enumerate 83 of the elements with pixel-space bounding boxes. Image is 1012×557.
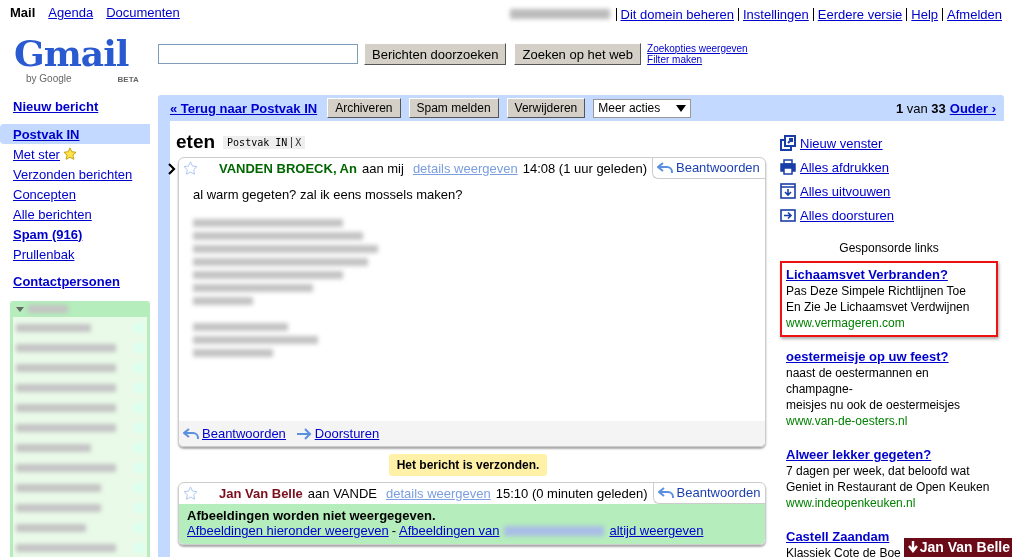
reply-arrow-icon xyxy=(657,486,674,499)
account-link[interactable]: Dit domein beheren xyxy=(615,7,738,21)
message-time: 15:10 (0 minuten geleden) xyxy=(495,486,648,501)
separator-text: - xyxy=(391,523,396,538)
ad-text: Pas Deze Simpele Richtlijnen Toe xyxy=(786,283,966,299)
ad-title-link[interactable]: Castell Zaandam xyxy=(786,529,890,544)
printer-icon xyxy=(780,159,796,175)
subject-title: eten xyxy=(176,131,216,153)
show-images-link[interactable]: Afbeeldingen hieronder weergeven xyxy=(187,523,389,538)
search-option-link[interactable]: Zoekopties weergeven xyxy=(647,43,748,54)
account-link[interactable]: Instellingen xyxy=(738,7,813,21)
right-arrow-icon xyxy=(295,427,312,440)
reply-arrow-icon xyxy=(183,427,199,440)
ad-title-link[interactable]: Lichaamsvet Verbranden? xyxy=(786,267,948,282)
more-actions-dropdown[interactable]: Meer acties xyxy=(593,98,692,118)
folder-item[interactable]: Alle berichten xyxy=(0,204,150,224)
folder-item[interactable]: Verzonden berichten xyxy=(0,164,150,184)
account-link[interactable]: Help xyxy=(906,7,943,21)
star-icon[interactable] xyxy=(183,161,198,176)
account-link[interactable]: Afmelden xyxy=(942,7,1006,21)
message-time: 14:08 (1 uur geleden) xyxy=(522,161,647,176)
app-link[interactable]: Mail xyxy=(10,5,36,23)
folder-item[interactable]: Prullenbak xyxy=(0,244,150,264)
always-show-link[interactable]: altijd weergeven xyxy=(609,523,704,538)
conversation-action-link[interactable]: Alles doorsturen xyxy=(780,203,998,227)
older-link[interactable]: Ouder › xyxy=(949,100,996,116)
ad-text: En Zie Je Lichaamsvet Verdwijnen xyxy=(786,299,970,315)
label-name: Postvak IN xyxy=(227,136,288,148)
remove-label-button[interactable]: X xyxy=(291,136,302,148)
sender-name: Jan Van Belle xyxy=(219,486,303,501)
folder-item[interactable]: Spam (916) xyxy=(0,224,150,244)
sponsored-title: Gesponsorde links xyxy=(838,241,940,255)
folder-item[interactable]: Postvak IN xyxy=(0,124,150,144)
ad-url: www.indeopenkeuken.nl xyxy=(786,495,917,511)
notice-title: Afbeeldingen worden niet weergegeven. xyxy=(187,508,437,523)
conversation-action-link[interactable]: Alles afdrukken xyxy=(780,155,998,179)
chat-tab[interactable]: Jan Van Belle xyxy=(903,538,1012,557)
forward-box-icon xyxy=(780,207,796,223)
star-icon[interactable] xyxy=(183,486,198,501)
account-link[interactable]: Eerdere versie xyxy=(812,7,907,21)
ad-text: 7 dagen per week, dat beloofd wat xyxy=(786,463,970,479)
conversation-action-link[interactable]: Nieuw venster xyxy=(780,131,998,155)
folder-item[interactable]: Concepten xyxy=(0,184,150,204)
search-option-link[interactable]: Filter maken xyxy=(647,54,748,65)
ad-text: meisjes nu ook de oestermeisjes xyxy=(786,397,961,413)
ad-text: Geniet in Restaurant de Open Keuken xyxy=(786,479,990,495)
down-arrow-icon xyxy=(907,541,918,553)
toolbar-button[interactable]: Archiveren xyxy=(327,98,401,118)
always-show-link[interactable]: Afbeeldingen van xyxy=(399,523,500,538)
gmail-logo[interactable]: Gmail xyxy=(14,33,129,73)
app-link[interactable]: Documenten xyxy=(106,5,180,23)
star-icon xyxy=(62,147,77,161)
search-field[interactable] xyxy=(158,44,358,64)
recipient-text: aan mij xyxy=(361,161,404,176)
ad-text: Klassiek Cote de Boe xyxy=(786,545,901,557)
sender-name: VANDEN BROECK, An xyxy=(219,161,357,176)
ad-title-link[interactable]: oestermeisje op uw feest? xyxy=(786,349,949,364)
ad-url: www.van-de-oesters.nl xyxy=(786,413,909,429)
expand-box-icon xyxy=(780,183,796,199)
app-link[interactable]: Agenda xyxy=(48,5,94,23)
folder-item[interactable]: Met ster xyxy=(0,144,150,164)
windows-icon xyxy=(780,135,796,151)
toolbar-button[interactable]: Spam melden xyxy=(408,98,499,118)
ad-text: champagne- xyxy=(786,381,853,397)
ad-text: naast de oestermannen en xyxy=(786,365,929,381)
ad-url: www.vermageren.com xyxy=(786,315,906,331)
conversation-action-link[interactable]: Alles uitvouwen xyxy=(780,179,998,203)
beta-label: BETA xyxy=(117,75,139,85)
recipient-text: aan VANDE xyxy=(307,486,377,501)
reply-arrow-icon xyxy=(657,161,673,174)
ad-title-link[interactable]: Alweer lekker gegeten? xyxy=(786,447,932,462)
compose-link[interactable]: Nieuw bericht xyxy=(13,99,150,114)
search-button[interactable]: Berichten doorzoeken xyxy=(364,43,507,65)
search-button[interactable]: Zoeken op het web xyxy=(514,43,642,65)
logo-tagline: by Google xyxy=(26,73,72,85)
message-action-link[interactable]: Doorsturen xyxy=(295,426,380,441)
message-action-link[interactable]: Beantwoorden xyxy=(183,426,286,441)
toolbar-button[interactable]: Verwijderen xyxy=(506,98,586,118)
contacts-link[interactable]: Contactpersonen xyxy=(13,274,150,289)
pager-text: 1 van 33 xyxy=(895,100,946,116)
sent-notice: Het bericht is verzonden. xyxy=(388,454,548,476)
back-link[interactable]: « Terug naar Postvak IN xyxy=(170,100,318,116)
message-body: al warm gegeten? zal ik eens mossels maken? xyxy=(192,186,464,202)
